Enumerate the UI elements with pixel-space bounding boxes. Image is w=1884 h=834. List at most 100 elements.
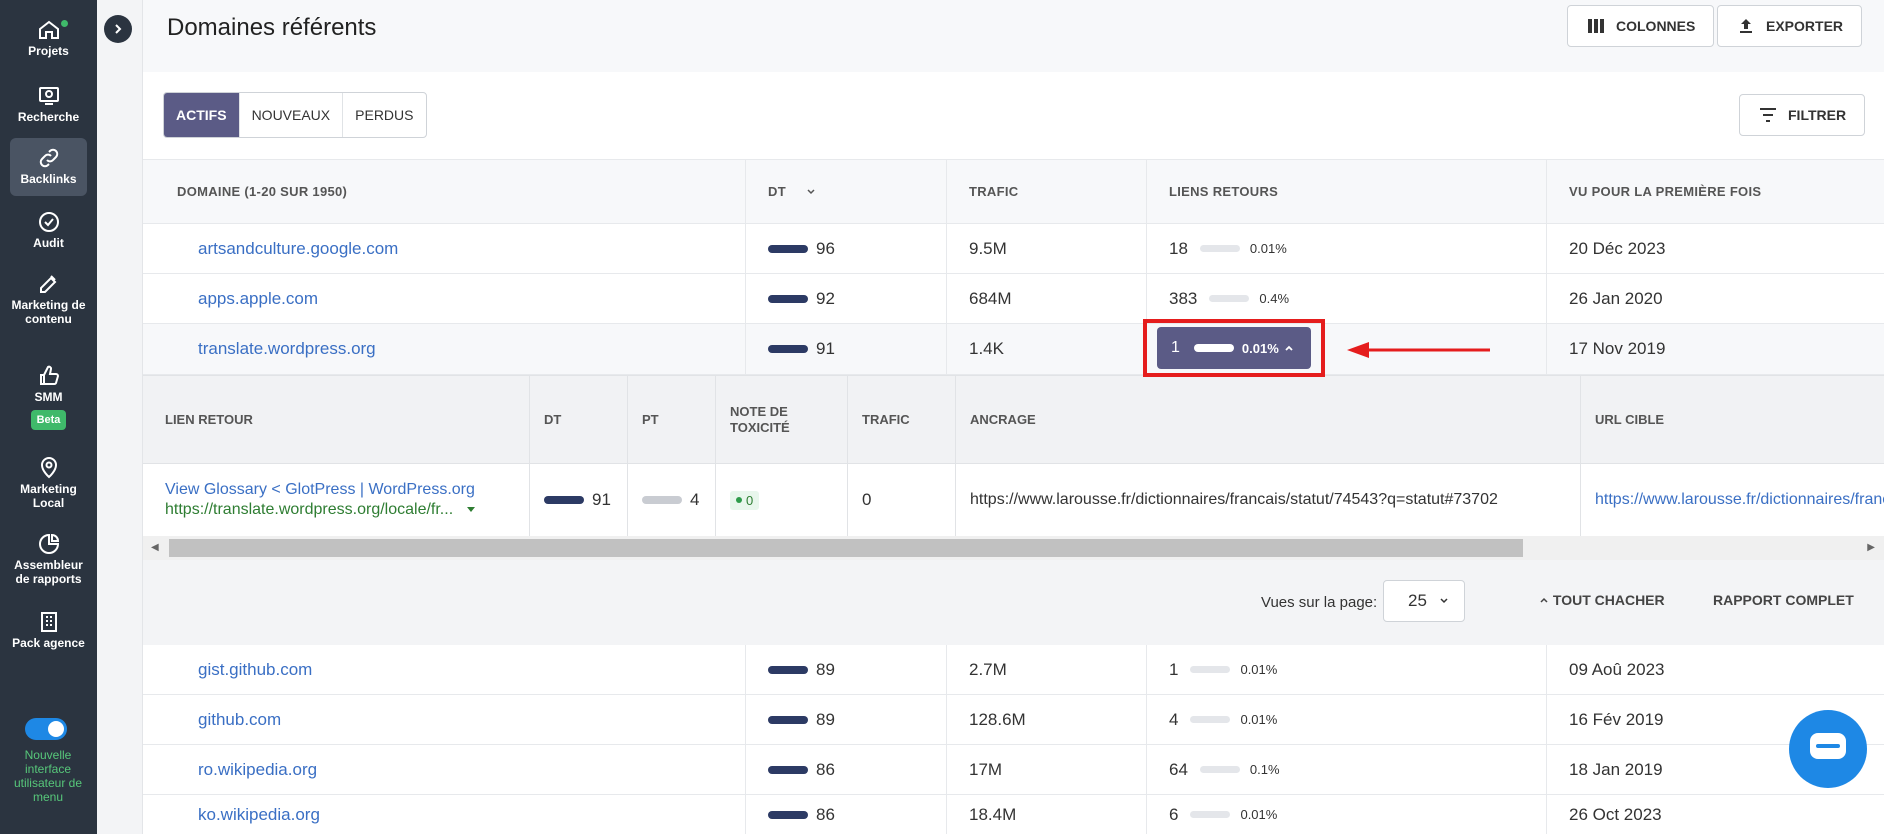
sidebar-item-assembleur[interactable]: Assembleur de rapports [10,532,87,592]
chevron-up-icon [1540,597,1548,603]
columns-button[interactable]: COLONNES [1567,5,1715,47]
hide-all-button[interactable]: TOUT CHACHER [1539,592,1665,608]
dt-cell: 86 [745,795,945,834]
pie-chart-icon [38,533,59,554]
scrollbar-thumb[interactable] [169,539,1523,557]
backlinks-bar [1199,245,1240,252]
sidebar-item-label: Marketing Local [20,482,77,510]
filter-button[interactable]: FILTRER [1739,94,1866,136]
horizontal-scrollbar[interactable]: ◀ ▶ [143,536,1884,560]
hide-all-label: TOUT CHACHER [1552,592,1665,608]
sidebar-item-marketing-contenu[interactable]: Marketing de contenu [10,272,87,342]
subcol-toxicity-label: NOTE DE TOXICITÉ [730,403,790,435]
chat-button[interactable] [1789,710,1867,788]
sidebar-item-recherche[interactable]: Recherche [10,84,87,132]
col-domain[interactable]: DOMAINE (1-20 SUR 1950) [177,160,347,223]
backlinks-pct: 0.1% [1249,762,1280,777]
subcol-dt[interactable]: DT [529,376,627,463]
domain-link[interactable]: gist.github.com [198,645,312,694]
sidebar-item-marketing-local[interactable]: Marketing Local [10,456,87,514]
backlinks-cell[interactable]: 1 0.01% [1146,645,1546,694]
table-row: ro.wikipedia.org 86 17M 64 0.1% 18 Jan 20… [143,745,1884,795]
domain-link[interactable]: artsandculture.google.com [198,224,398,273]
col-dt[interactable]: DT [745,160,945,223]
backlinks-cell[interactable]: 64 0.1% [1146,745,1546,794]
domain-link[interactable]: translate.wordpress.org [198,324,376,374]
sidebar-item-label: Assembleur de rapports [14,558,83,586]
scroll-left-icon[interactable]: ◀ [151,542,159,553]
sidebar-item-projets[interactable]: Projets [10,18,87,66]
sidebar-item-backlinks[interactable]: Backlinks [10,138,87,196]
subcol-pt[interactable]: PT [627,376,715,463]
col-backlinks[interactable]: LIENS RETOURS [1146,160,1546,223]
dt-cell: 91 [745,324,945,374]
dt-bar [544,496,584,504]
dt-bar [768,665,808,674]
backlink-title-link[interactable]: View Glossary < GlotPress | WordPress.or… [165,480,475,500]
dt-cell: 92 [745,274,945,323]
dt-bar [768,294,808,303]
subcol-target[interactable]: URL CIBLE [1580,376,1884,463]
col-first-seen[interactable]: VU POUR LA PREMIÈRE FOIS [1546,160,1884,223]
new-ui-toggle[interactable] [25,718,67,740]
domain-link[interactable]: ko.wikipedia.org [198,795,320,834]
backlinks-subpanel: LIEN RETOUR DT PT NOTE DE TOXICITÉ TRAFI… [143,375,1884,645]
backlinks-pct: 0.01% [1240,662,1278,677]
status-tabs: ACTIFS NOUVEAUX PERDUS [163,92,427,138]
backlinks-pct: 0.01% [1249,241,1287,256]
sidebar-item-label: Backlinks [20,172,77,186]
traffic-cell: 1.4K [946,324,1146,374]
sidebar-item-audit[interactable]: Audit [10,210,87,258]
first-seen-cell: 26 Oct 2023 [1546,795,1884,834]
traffic-cell: 128.6M [946,695,1146,744]
subcol-backlink[interactable]: LIEN RETOUR [143,376,529,463]
chevron-right-icon [115,24,122,34]
full-report-button[interactable]: RAPPORT COMPLET [1713,592,1854,608]
domain-link[interactable]: apps.apple.com [198,274,318,323]
tab-nouveaux[interactable]: NOUVEAUX [240,93,344,137]
upload-icon [1740,19,1752,33]
backlinks-bar [1190,666,1231,673]
sidebar-item-smm[interactable]: SMM Beta [10,364,87,436]
scroll-right-icon[interactable]: ▶ [1867,542,1875,553]
backlinks-cell[interactable]: 383 0.4% [1146,274,1546,323]
target-url-link[interactable]: https://www.larousse.fr/dictionnaires/fr… [1595,491,1884,509]
traffic-cell: 684M [946,274,1146,323]
backlinks-expand-button[interactable]: 1 0.01% [1157,327,1311,369]
tab-actifs[interactable]: ACTIFS [164,93,240,137]
backlinks-cell[interactable]: 4 0.01% [1146,695,1546,744]
domain-link[interactable]: ro.wikipedia.org [198,745,317,794]
link-icon [39,148,58,168]
table-row: apps.apple.com 92 684M 383 0.4% 26 Jan 20… [143,274,1884,324]
backlinks-pct: 0.4% [1259,291,1290,306]
subcol-traffic[interactable]: TRAFIC [847,376,955,463]
search-icon [38,87,59,105]
export-button[interactable]: EXPORTER [1717,5,1863,47]
tab-perdus[interactable]: PERDUS [343,93,425,137]
sidebar-item-pack-agence[interactable]: Pack agence [10,610,87,668]
chevron-down-icon [807,188,815,194]
table-row-expanded: translate.wordpress.org 91 1.4K 17 Nov 2… [143,324,1884,375]
first-seen-cell: 09 Aoû 2023 [1546,645,1884,694]
backlinks-count: 6 [1169,804,1179,824]
subcol-toxicity[interactable]: NOTE DE TOXICITÉ [715,376,847,463]
edit-icon [39,275,56,293]
dt-value: 86 [816,759,835,779]
collapse-sidebar-button[interactable] [104,15,132,43]
per-page-select[interactable]: 25 [1383,580,1465,622]
anchor-cell: https://www.larousse.fr/dictionnaires/fr… [955,464,1580,536]
dt-bar [768,715,808,724]
subcol-anchor[interactable]: ANCRAGE [955,376,1580,463]
domain-link[interactable]: github.com [198,695,281,744]
sub-pt-value: 4 [690,490,700,509]
backlinks-cell[interactable]: 6 0.01% [1146,795,1546,834]
traffic-cell: 2.7M [946,645,1146,694]
backlink-url[interactable]: https://translate.wordpress.org/locale/f… [165,500,476,520]
filter-label: FILTRER [1788,107,1847,123]
subtable-row: View Glossary < GlotPress | WordPress.or… [143,464,1884,536]
dt-cell: 89 [745,695,945,744]
backlinks-cell[interactable]: 18 0.01% [1146,224,1546,273]
backlinks-count: 4 [1169,709,1179,729]
dt-value: 91 [816,339,835,358]
col-traffic[interactable]: TRAFIC [946,160,1146,223]
